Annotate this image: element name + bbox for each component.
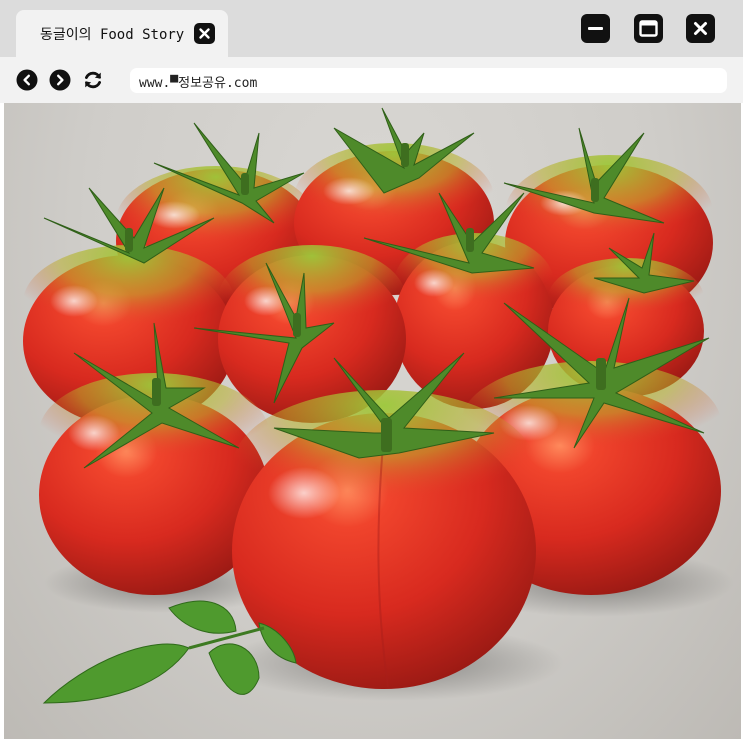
browser-tab[interactable]: 동글이의 Food Story xyxy=(16,10,228,57)
back-button[interactable] xyxy=(16,69,38,91)
minimize-icon xyxy=(588,27,603,30)
minimize-button[interactable] xyxy=(581,14,610,43)
maximize-button[interactable] xyxy=(634,14,663,43)
back-icon xyxy=(16,69,38,91)
page-image xyxy=(4,103,741,739)
browser-window: 동글이의 Food Story www.▀정보공유.com xyxy=(0,0,743,743)
reload-button[interactable] xyxy=(82,69,104,91)
tab-title: 동글이의 Food Story xyxy=(40,27,185,43)
url-text: www.▀정보공유.com xyxy=(139,76,258,91)
toolbar: www.▀정보공유.com xyxy=(0,57,743,103)
maximize-icon xyxy=(639,20,658,37)
forward-button[interactable] xyxy=(49,69,71,91)
title-bar: 동글이의 Food Story xyxy=(0,0,743,57)
close-button[interactable] xyxy=(686,14,715,43)
tomatoes-photo xyxy=(23,107,734,704)
close-icon xyxy=(694,22,707,35)
address-bar[interactable]: www.▀정보공유.com xyxy=(130,68,727,93)
forward-icon xyxy=(49,69,71,91)
tab-close-button[interactable] xyxy=(194,23,215,44)
reload-icon xyxy=(85,71,101,89)
close-icon xyxy=(199,28,210,39)
